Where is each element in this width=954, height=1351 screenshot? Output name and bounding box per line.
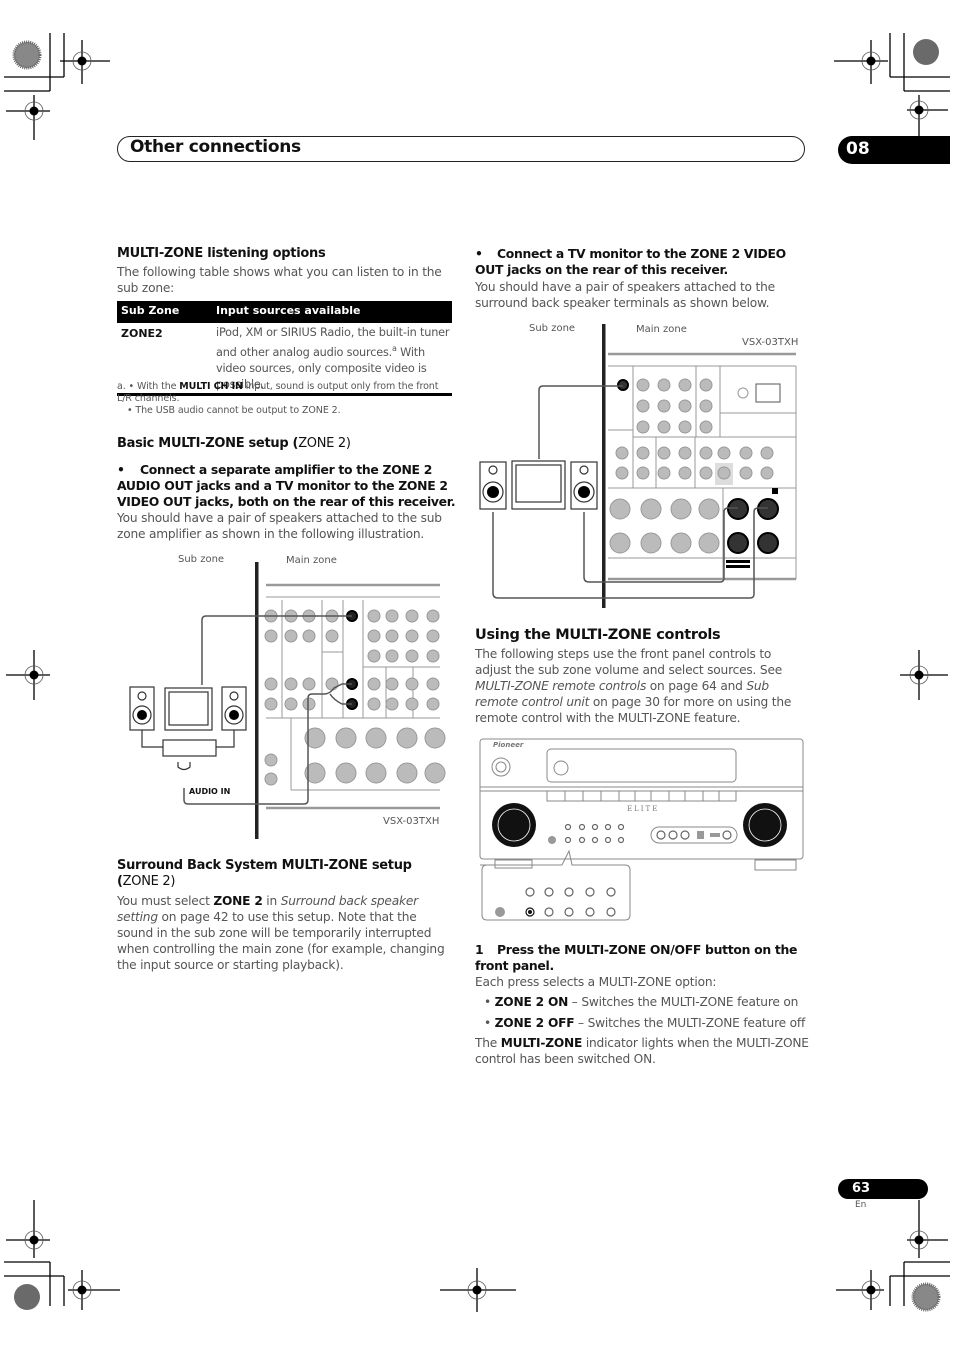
heading-text: ZONE 2 [298,436,346,451]
option-desc: – Switches the MULTI-ZONE feature on [568,995,799,1009]
body-text: The [475,1036,501,1050]
table-header-sub-zone: Sub Zone [121,304,180,317]
body-text: You must select [117,894,214,908]
footnote-bold: MULTI CH IN [179,381,243,392]
body-text: in [262,894,281,908]
option-desc: – Switches the MULTI-ZONE feature off [574,1016,806,1030]
section-title: Other connections [130,137,301,157]
chapter-number: 08 [846,139,870,159]
table-footnote-b: • The USB audio cannot be output to ZONE… [127,405,341,416]
receiver-rear-illustration [479,324,797,608]
heading-text: ZONE 2 [122,874,171,889]
receiver-front-illustration [479,738,804,921]
bullet-text: Connect a separate amplifier to the ZONE… [117,462,456,509]
heading-text: ) [170,874,176,889]
front-panel-diagram: Pioneer ELITE [475,735,810,935]
option-name: ZONE 2 ON [494,995,569,1009]
option-zone2-off: • ZONE 2 OFF – Switches the MULTI-ZONE f… [484,1016,806,1030]
listening-options-intro: The following table shows what you can l… [117,265,442,295]
step-1-heading: 1 Press the MULTI-ZONE ON/OFF button on t… [475,942,815,974]
indicator-note: The MULTI-ZONE indicator lights when the… [475,1035,810,1067]
body-text: on page 64 and [646,679,747,693]
body-bold: ZONE 2 [213,894,263,908]
zone-divider [255,562,259,839]
multi-zone-controls-heading: Using the MULTI-ZONE controls [475,627,721,643]
body-text: on page 42 to use this setup. Note that … [117,910,445,972]
basic-setup-heading: Basic MULTI-ZONE setup (ZONE 2) [117,436,351,451]
heading-text: ) [345,436,351,451]
table-cell-zone: ZONE2 [121,327,163,340]
footnote-text: a. • With the [117,381,180,392]
table-footnote-a: a. • With the MULTI CH IN input, sound i… [117,381,452,405]
step-number: 1 [475,942,484,957]
multi-zone-controls-body: The following steps use the front panel … [475,646,810,726]
body-text: The following steps use the front panel … [475,647,783,677]
basic-setup-diagram: Sub zone Main zone AUDIO IN VSX-03TXH [120,550,450,840]
page-number-tab: 63 [838,1179,928,1199]
table-header-row: Sub Zone Input sources available [117,301,452,323]
step-1-intro: Each press selects a MULTI-ZONE option: [475,975,717,989]
listening-options-heading: MULTI-ZONE listening options [117,246,326,261]
body-bold: MULTI-ZONE [500,1036,583,1050]
language-label: En [855,1200,867,1210]
cross-reference-link[interactable]: MULTI-ZONE remote controls [475,679,646,693]
option-zone2-on: • ZONE 2 ON – Switches the MULTI-ZONE fe… [484,995,799,1009]
surround-back-diagram: Sub zone Main zone VSX-03TXH [470,320,810,610]
surround-back-body: You must select ZONE 2 in Surround back … [117,893,455,973]
basic-setup-body: You should have a pair of speakers attac… [117,511,442,541]
receiver-rear-illustration [129,562,446,839]
table-header-input-sources: Input sources available [216,304,361,317]
zone-divider [602,324,606,608]
tv-monitor-bullet: • Connect a TV monitor to the ZONE 2 VIDE… [475,246,786,277]
bullet-text: Connect a TV monitor to the ZONE 2 VIDEO… [475,246,786,277]
surround-back-heading: Surround Back System MULTI-ZONE setup (Z… [117,858,457,890]
step-title: Press the MULTI-ZONE ON/OFF button on th… [475,942,798,973]
tv-monitor-body: You should have a pair of speakers attac… [475,280,775,310]
basic-setup-bullet: • Connect a separate amplifier to the ZON… [117,462,456,509]
option-name: ZONE 2 OFF [494,1016,575,1030]
chapter-tab: 08 [838,136,950,164]
page-number: 63 [852,1181,871,1196]
heading-text: Basic MULTI-ZONE setup ( [117,436,299,451]
